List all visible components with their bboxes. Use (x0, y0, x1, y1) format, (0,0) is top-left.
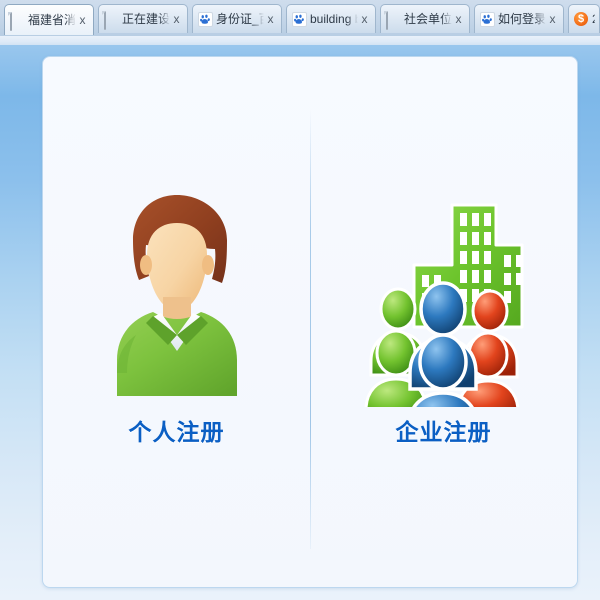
enterprise-registration-option[interactable]: 企业注册 (310, 57, 577, 587)
tab-close-button[interactable]: x (452, 6, 465, 33)
tab-title: building b (310, 11, 358, 26)
tab-close-button[interactable]: x (546, 6, 559, 33)
browser-window: 福建省消防 x 正在建设中 x (0, 0, 600, 600)
browser-tab-5[interactable]: 社会单位注 x (380, 4, 470, 33)
baidu-paw-icon (198, 12, 213, 27)
tab-title: 社会单位注 (404, 11, 452, 26)
dollar-coin-icon: $ (574, 12, 588, 26)
tab-title: 2 (592, 6, 595, 33)
baidu-paw-icon (480, 12, 495, 27)
tab-strip: 福建省消防 x 正在建设中 x (4, 4, 600, 37)
registration-card: 个人注册 企业注册 (42, 56, 578, 588)
tab-bar: 福建省消防 x 正在建设中 x (0, 0, 600, 45)
person-avatar-icon (97, 187, 257, 407)
browser-tab-4[interactable]: building b x (286, 4, 376, 33)
browser-tab-3[interactable]: 身份证_百度 x (192, 4, 282, 33)
tab-title: 福建省消防 (28, 12, 76, 27)
enterprise-registration-label: 企业注册 (395, 419, 492, 445)
tab-title: 如何登录社 (498, 11, 546, 26)
document-icon (10, 12, 24, 31)
browser-tab-6[interactable]: 如何登录社 x (474, 4, 564, 33)
personal-registration-option[interactable]: 个人注册 (43, 57, 310, 587)
tab-close-button[interactable]: x (170, 6, 183, 33)
registration-options: 个人注册 企业注册 (43, 57, 577, 587)
baidu-paw-icon (292, 12, 307, 27)
personal-registration-label: 个人注册 (128, 419, 225, 445)
tab-close-button[interactable]: x (264, 6, 277, 33)
browser-tab-7[interactable]: $ 2 (568, 4, 600, 33)
tab-title: 身份证_百度 (216, 11, 264, 26)
company-building-people-icon (364, 187, 524, 443)
tab-close-button[interactable]: x (76, 7, 89, 34)
tab-bar-underline (0, 36, 600, 45)
browser-tab-2[interactable]: 正在建设中 x (98, 4, 188, 33)
document-icon (386, 11, 400, 30)
tab-title: 正在建设中 (122, 11, 170, 26)
document-icon (104, 11, 118, 30)
tab-close-button[interactable]: x (358, 6, 371, 33)
browser-tab-1[interactable]: 福建省消防 x (4, 4, 94, 35)
